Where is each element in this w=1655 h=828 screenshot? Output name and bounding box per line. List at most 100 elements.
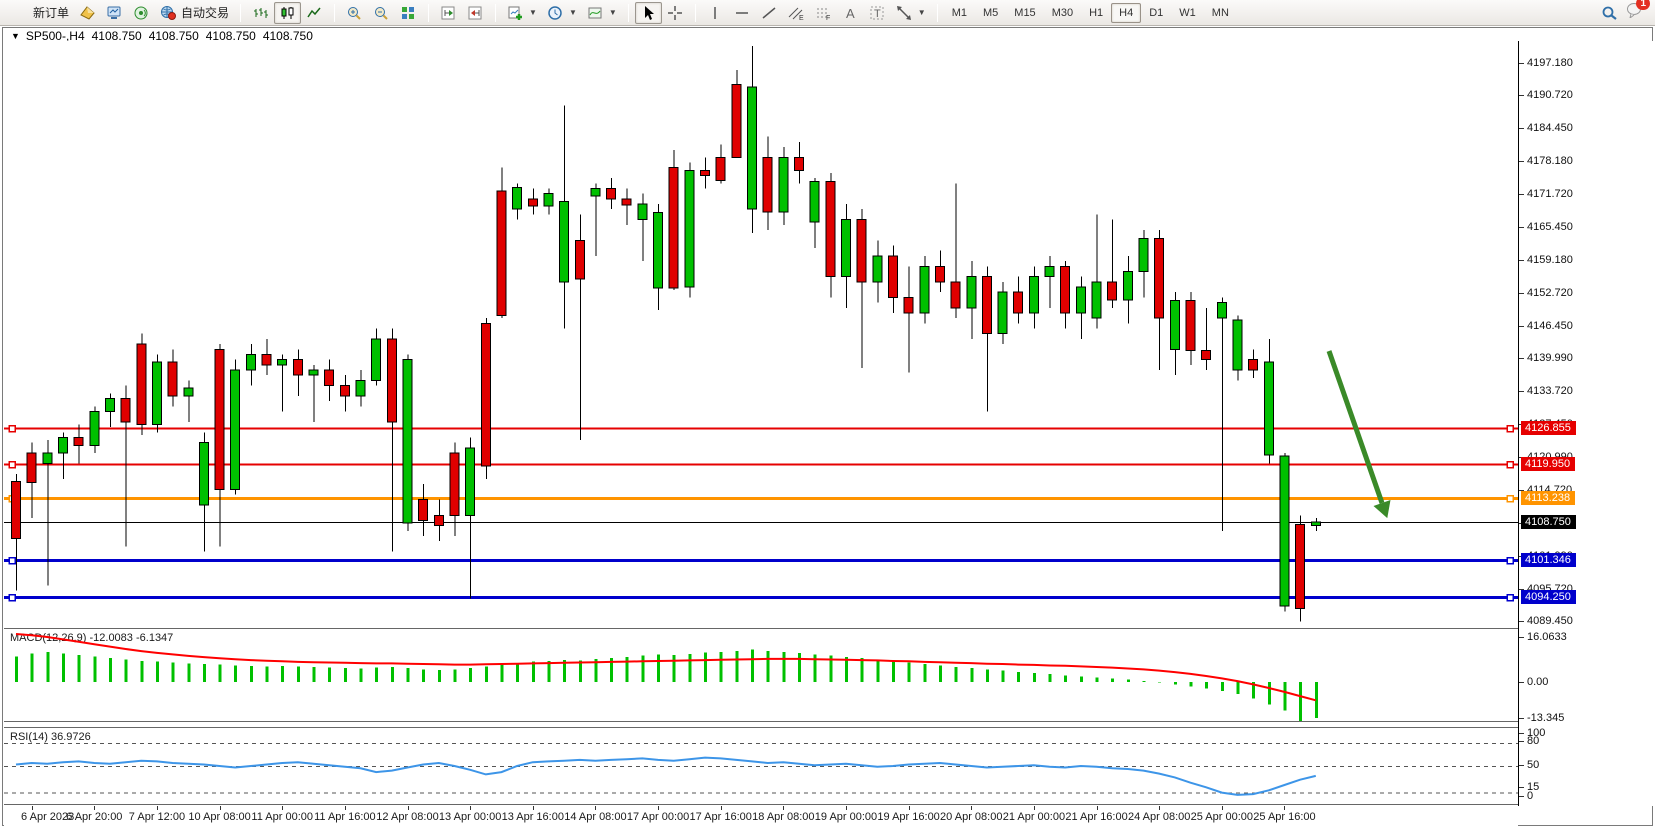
chart-bars-button[interactable] (247, 2, 274, 24)
date-axis[interactable]: 6 Apr 20236 Apr 20:007 Apr 12:0010 Apr 0… (4, 806, 1518, 826)
channel-button[interactable]: E (783, 2, 810, 24)
tile-windows-button[interactable] (395, 2, 422, 24)
candle (888, 256, 897, 298)
macd-pane[interactable]: MACD(12,26,9) -12.0083 -6.1347 (4, 628, 1518, 722)
chart-candles-button[interactable] (274, 2, 301, 24)
timeframe-m1[interactable]: M1 (944, 3, 975, 23)
timeframe-d1[interactable]: D1 (1141, 3, 1171, 23)
signal-button[interactable] (128, 2, 155, 24)
timeframe-m30[interactable]: M30 (1044, 3, 1081, 23)
candle (1014, 292, 1023, 313)
line-handle (9, 426, 15, 432)
new-order-icon (12, 5, 29, 21)
line-handle (1507, 426, 1513, 432)
search-icon[interactable] (1601, 5, 1618, 21)
date-tick-mark (658, 806, 659, 810)
candle (732, 85, 741, 158)
date-tick-label: 21 Apr 00:00 (1003, 811, 1065, 823)
auto-trading-button[interactable]: 自动交易 (155, 2, 234, 24)
vline-button[interactable] (702, 2, 729, 24)
chart-line-button[interactable] (301, 2, 328, 24)
auto-trading-label: 自动交易 (181, 4, 229, 21)
candle (1139, 238, 1148, 271)
new-chart-button[interactable]: ▼ (502, 2, 542, 24)
line-handle (9, 558, 15, 564)
zoom-out-button[interactable] (368, 2, 395, 24)
candle (810, 182, 819, 222)
chart-shift-icon (440, 5, 457, 21)
fibonacci-button[interactable]: F (810, 2, 837, 24)
date-tick-mark (721, 806, 722, 810)
crosshair-icon (667, 5, 684, 21)
trendline-icon (761, 5, 778, 21)
text-label-button[interactable]: T (864, 2, 891, 24)
new-chart-icon (507, 5, 524, 21)
auto-scroll-icon (467, 5, 484, 21)
price-tick: 4165.450 (1527, 221, 1573, 233)
candle (403, 360, 412, 523)
timeframe-h1[interactable]: H1 (1081, 3, 1111, 23)
candle (1186, 301, 1195, 351)
date-tick-mark (1034, 806, 1035, 810)
arrows-icon (896, 5, 913, 21)
rsi-axis-tick: 80 (1527, 735, 1539, 747)
candle (701, 170, 710, 175)
price-tick: 4146.450 (1527, 320, 1573, 332)
price-tick: 4171.720 (1527, 188, 1573, 200)
timeframe-mn[interactable]: MN (1204, 3, 1237, 23)
date-tick-label: 11 Apr 16:00 (314, 811, 376, 823)
timeframe-group: M1M5M15M30H1H4D1W1MN (941, 1, 1240, 25)
arrows-button[interactable]: ▼ (891, 2, 931, 24)
hline-button[interactable] (729, 2, 756, 24)
candle (27, 453, 36, 483)
date-tick-mark (94, 806, 95, 810)
timeframe-m5[interactable]: M5 (975, 3, 1006, 23)
date-tick-label: 7 Apr 12:00 (129, 811, 185, 823)
candle (748, 87, 757, 209)
candle (982, 277, 991, 334)
chat-button[interactable]: 1 (1626, 2, 1643, 23)
date-tick-mark (1284, 806, 1285, 810)
terminal-button[interactable] (101, 2, 128, 24)
candle (841, 220, 850, 277)
chart-shift-button[interactable] (435, 2, 462, 24)
caret-down-icon: ▼ (569, 8, 577, 17)
vertical-line-icon (707, 5, 724, 21)
rsi-pane[interactable]: RSI(14) 36.9726 (4, 727, 1518, 805)
date-tick-label: 25 Apr 16:00 (1253, 811, 1315, 823)
zoom-out-icon (373, 5, 390, 21)
price-axis[interactable]: 4197.1804190.7204184.4504178.1804171.720… (1518, 41, 1655, 806)
candle (560, 201, 569, 281)
candle (43, 453, 52, 463)
cursor-button[interactable] (635, 2, 662, 24)
candle (685, 170, 694, 287)
candle (607, 188, 616, 198)
zoom-in-button[interactable] (341, 2, 368, 24)
candle (340, 386, 349, 396)
date-tick-mark (783, 806, 784, 810)
crosshair-button[interactable] (662, 2, 689, 24)
new-order-button[interactable]: 新订单 (7, 2, 74, 24)
date-tick-mark (846, 806, 847, 810)
timeframe-w1[interactable]: W1 (1171, 3, 1204, 23)
text-button[interactable]: A (837, 2, 864, 24)
candle (544, 194, 553, 206)
date-tick-label: 19 Apr 16:00 (877, 811, 939, 823)
period-button[interactable]: ▼ (542, 2, 582, 24)
main-chart-pane[interactable] (4, 41, 1518, 626)
candle (779, 157, 788, 211)
indicators-button[interactable]: ▼ (582, 2, 622, 24)
auto-scroll-button[interactable] (462, 2, 489, 24)
date-tick-mark (282, 806, 283, 810)
line-handle (1507, 496, 1513, 502)
notification-badge: 1 (1636, 0, 1650, 10)
gold-button[interactable] (74, 2, 101, 24)
timeframe-h4[interactable]: H4 (1111, 3, 1141, 23)
date-tick-mark (533, 806, 534, 810)
svg-text:F: F (826, 15, 830, 21)
chart-menu-icon[interactable]: ▼ (11, 31, 20, 41)
timeframe-m15[interactable]: M15 (1006, 3, 1043, 23)
trendline-button[interactable] (756, 2, 783, 24)
horizontal-line-icon (734, 5, 751, 21)
date-tick-label: 13 Apr 16:00 (502, 811, 564, 823)
